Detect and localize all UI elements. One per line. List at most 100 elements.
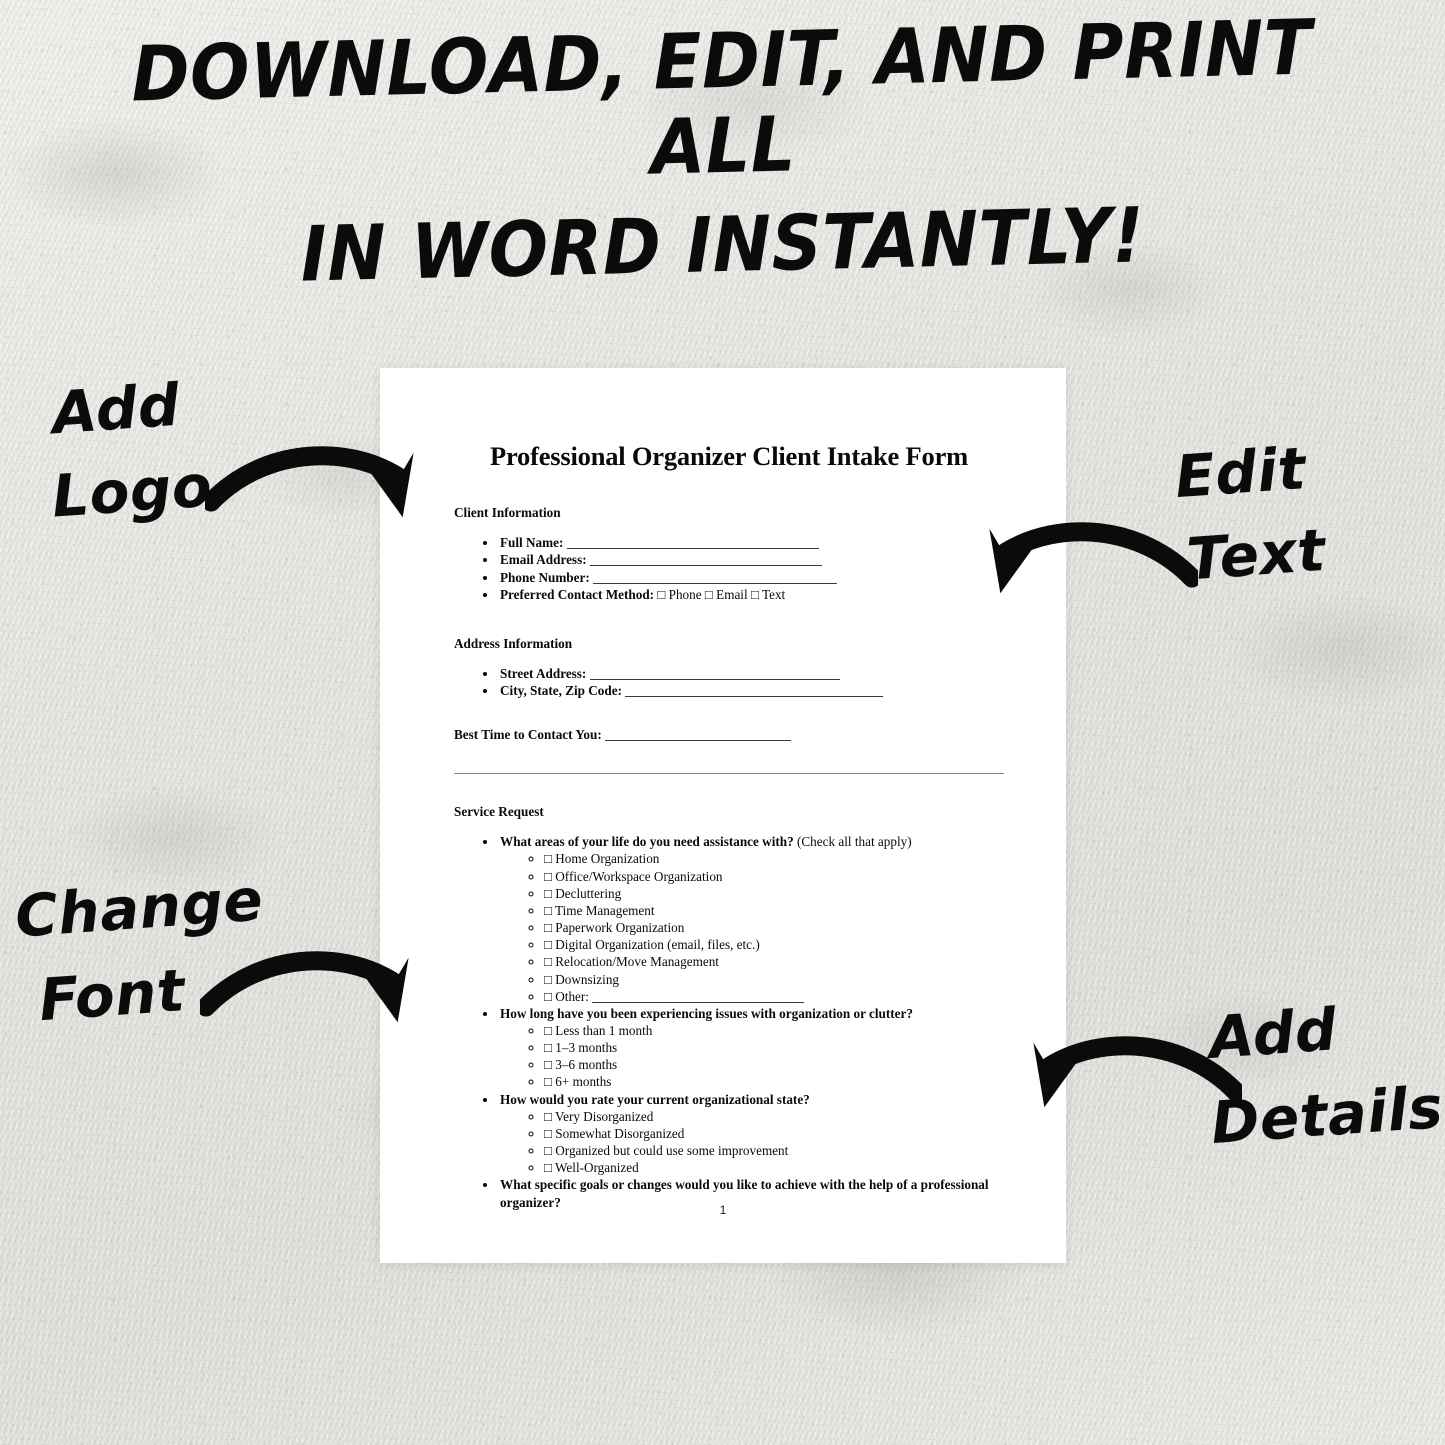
checkbox-glyph: □ bbox=[544, 1040, 552, 1056]
checkbox-email[interactable]: □ Email bbox=[705, 587, 748, 602]
callout-edit-text-word-2: Text bbox=[1184, 515, 1328, 594]
field-input-full-name[interactable] bbox=[566, 537, 819, 550]
option-6-plus-months[interactable]: □ 6+ months bbox=[544, 1073, 1004, 1090]
option-label: Organized but could use some improvement bbox=[555, 1143, 789, 1159]
option-less-than-1-month[interactable]: □ Less than 1 month bbox=[544, 1022, 1004, 1039]
checkbox-glyph: □ bbox=[544, 902, 552, 918]
option-other[interactable]: □ Other: bbox=[544, 988, 1004, 1005]
option-decluttering[interactable]: □ Decluttering bbox=[544, 885, 1004, 902]
option-office-workspace-organization[interactable]: □ Office/Workspace Organization bbox=[544, 868, 1004, 885]
callout-add-logo: Add Logo bbox=[49, 370, 215, 531]
service-request-question-list: What areas of your life do you need assi… bbox=[454, 833, 1004, 1210]
callout-add-details: Add Details bbox=[1207, 992, 1445, 1157]
checkbox-phone[interactable]: □ Phone bbox=[657, 587, 701, 602]
address-information-field-list: Street Address: City, State, Zip Code: bbox=[454, 665, 1004, 699]
option-very-disorganized[interactable]: □ Very Disorganized bbox=[544, 1108, 1004, 1125]
field-input-street-address[interactable] bbox=[589, 668, 840, 680]
option-time-management[interactable]: □ Time Management bbox=[544, 902, 1004, 919]
curved-arrow-left-down-icon bbox=[1012, 1030, 1246, 1155]
option-label: Office/Workspace Organization bbox=[555, 868, 723, 884]
document-title: Professional Organizer Client Intake For… bbox=[454, 440, 1004, 472]
option-label: 6+ months bbox=[555, 1074, 612, 1090]
question-areas-of-assistance: What areas of your life do you need assi… bbox=[498, 833, 1004, 1005]
question-duration-of-issues: How long have you been experiencing issu… bbox=[498, 1005, 1004, 1091]
field-street-address: Street Address: bbox=[498, 665, 1004, 682]
option-somewhat-disorganized[interactable]: □ Somewhat Disorganized bbox=[544, 1125, 1004, 1142]
option-1-3-months[interactable]: □ 1–3 months bbox=[544, 1039, 1004, 1056]
field-label-preferred-contact-method: Preferred Contact Method: bbox=[500, 586, 655, 602]
checkbox-glyph: □ bbox=[544, 920, 552, 936]
question-text-organizational-state: How would you rate your current organiza… bbox=[500, 1091, 810, 1107]
checkbox-glyph: □ bbox=[544, 937, 552, 953]
checkbox-glyph: □ bbox=[544, 851, 552, 867]
promo-headline: DOWNLOAD, EDIT, AND PRINT ALL IN WORD IN… bbox=[58, 3, 1387, 299]
document-title-text: Professional Organizer Client Intake For… bbox=[489, 441, 969, 471]
option-well-organized[interactable]: □ Well-Organized bbox=[544, 1159, 1004, 1176]
field-preferred-contact-method: Preferred Contact Method: □ Phone □ Emai… bbox=[498, 586, 1004, 603]
option-digital-organization[interactable]: □ Digital Organization (email, files, et… bbox=[544, 936, 1004, 953]
option-label: Downsizing bbox=[555, 971, 620, 987]
checkbox-text[interactable]: □ Text bbox=[751, 587, 785, 602]
callout-edit-text-word-1: Edit bbox=[1172, 434, 1309, 512]
field-input-phone-number[interactable] bbox=[593, 572, 838, 584]
field-input-other[interactable] bbox=[592, 991, 805, 1003]
field-full-name: Full Name: bbox=[498, 534, 1004, 551]
field-label-full-name: Full Name: bbox=[500, 535, 564, 551]
option-label: Well-Organized bbox=[555, 1160, 639, 1176]
option-label: Less than 1 month bbox=[555, 1022, 653, 1038]
document-page: Professional Organizer Client Intake For… bbox=[380, 368, 1066, 1263]
field-label-email-address: Email Address: bbox=[500, 552, 587, 568]
checkbox-glyph: □ bbox=[544, 1074, 552, 1090]
field-input-best-time-to-contact[interactable] bbox=[605, 729, 792, 742]
option-label: Very Disorganized bbox=[555, 1108, 654, 1124]
checkbox-glyph: □ bbox=[544, 1160, 552, 1176]
checkbox-glyph: □ bbox=[544, 1022, 552, 1038]
promo-headline-line-2: IN WORD INSTANTLY! bbox=[299, 190, 1146, 299]
option-downsizing[interactable]: □ Downsizing bbox=[544, 971, 1004, 988]
callout-add-details-word-2: Details bbox=[1208, 1072, 1445, 1157]
option-home-organization[interactable]: □ Home Organization bbox=[544, 850, 1004, 867]
callout-add-logo-word-1: Add bbox=[49, 370, 182, 448]
option-label: Somewhat Disorganized bbox=[555, 1125, 685, 1141]
field-label-best-time-to-contact: Best Time to Contact You: bbox=[454, 727, 602, 743]
option-organized-needs-improvement[interactable]: □ Organized but could use some improveme… bbox=[544, 1142, 1004, 1159]
field-city-state-zip: City, State, Zip Code: bbox=[498, 682, 1004, 699]
checkbox-glyph: □ bbox=[657, 586, 666, 602]
option-label: Digital Organization (email, files, etc.… bbox=[555, 937, 760, 953]
checkbox-glyph: □ bbox=[544, 868, 552, 884]
client-information-field-list: Full Name: Email Address: Phone Number: … bbox=[454, 534, 1004, 603]
checkbox-label-email: Email bbox=[716, 586, 748, 602]
checkbox-label-phone: Phone bbox=[668, 586, 702, 602]
option-label: Other: bbox=[555, 988, 589, 1004]
option-list-duration-of-issues: □ Less than 1 month □ 1–3 months □ 3–6 m… bbox=[500, 1022, 1004, 1091]
option-3-6-months[interactable]: □ 3–6 months bbox=[544, 1056, 1004, 1073]
field-phone-number: Phone Number: bbox=[498, 569, 1004, 586]
field-label-phone-number: Phone Number: bbox=[500, 569, 590, 585]
option-label: 1–3 months bbox=[555, 1040, 618, 1056]
option-list-organizational-state: □ Very Disorganized □ Somewhat Disorgani… bbox=[500, 1108, 1004, 1177]
checkbox-glyph: □ bbox=[544, 971, 552, 987]
option-paperwork-organization[interactable]: □ Paperwork Organization bbox=[544, 919, 1004, 936]
checkbox-glyph: □ bbox=[544, 988, 552, 1004]
page-number: 1 bbox=[719, 1203, 727, 1217]
section-heading-service-request: Service Request bbox=[454, 804, 544, 820]
question-text-areas-of-assistance: What areas of your life do you need assi… bbox=[500, 834, 794, 850]
field-input-city-state-zip[interactable] bbox=[625, 685, 884, 698]
checkbox-glyph: □ bbox=[704, 586, 713, 602]
callout-add-logo-word-2: Logo bbox=[49, 451, 215, 531]
checkbox-glyph: □ bbox=[750, 586, 759, 602]
section-divider bbox=[454, 773, 1004, 775]
option-label: Decluttering bbox=[555, 885, 622, 901]
checkbox-glyph: □ bbox=[544, 1143, 552, 1159]
promo-headline-line-1: DOWNLOAD, EDIT, AND PRINT ALL bbox=[130, 2, 1313, 192]
curved-arrow-left-down-icon bbox=[968, 516, 1202, 641]
question-organizational-state: How would you rate your current organiza… bbox=[498, 1091, 1004, 1177]
field-input-email-address[interactable] bbox=[589, 554, 822, 567]
option-label: 3–6 months bbox=[555, 1057, 618, 1073]
checkbox-glyph: □ bbox=[544, 1057, 552, 1073]
field-label-street-address: Street Address: bbox=[500, 665, 587, 681]
checkbox-glyph: □ bbox=[544, 885, 552, 901]
checkbox-glyph: □ bbox=[544, 954, 552, 970]
option-relocation-move-management[interactable]: □ Relocation/Move Management bbox=[544, 953, 1004, 970]
option-label: Home Organization bbox=[555, 851, 660, 867]
